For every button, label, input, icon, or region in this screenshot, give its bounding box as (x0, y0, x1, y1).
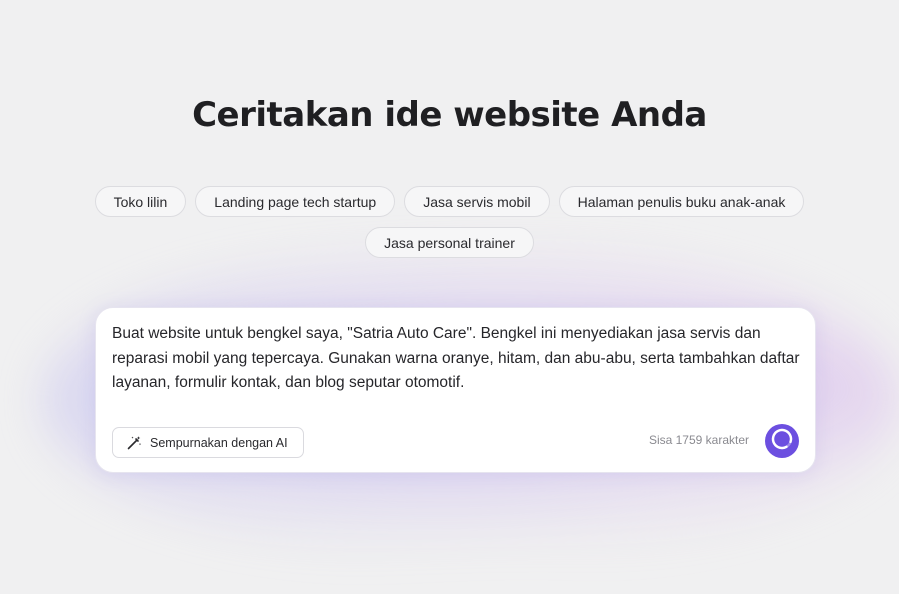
suggestion-chip-toko-lilin[interactable]: Toko lilin (94, 186, 187, 217)
suggestion-chips: Toko lilin Landing page tech startup Jas… (0, 186, 899, 258)
suggestion-chip-landing-page[interactable]: Landing page tech startup (195, 186, 396, 217)
suggestion-chip-personal-trainer[interactable]: Jasa personal trainer (365, 227, 534, 258)
prompt-card: Buat website untuk bengkel saya, "Satria… (95, 307, 816, 473)
suggestion-chip-servis-mobil[interactable]: Jasa servis mobil (404, 186, 550, 217)
magic-wand-icon (126, 435, 142, 451)
prompt-input[interactable]: Buat website untuk bengkel saya, "Satria… (112, 322, 802, 402)
progress-ring-icon (770, 427, 794, 456)
character-count: Sisa 1759 karakter (648, 433, 749, 447)
suggestion-chip-penulis-buku[interactable]: Halaman penulis buku anak-anak (558, 186, 805, 217)
refine-button-label: Sempurnakan dengan AI (150, 435, 288, 450)
refine-with-ai-button[interactable]: Sempurnakan dengan AI (112, 427, 304, 458)
page-title: Ceritakan ide website Anda (192, 95, 707, 135)
submit-button[interactable] (765, 424, 799, 458)
